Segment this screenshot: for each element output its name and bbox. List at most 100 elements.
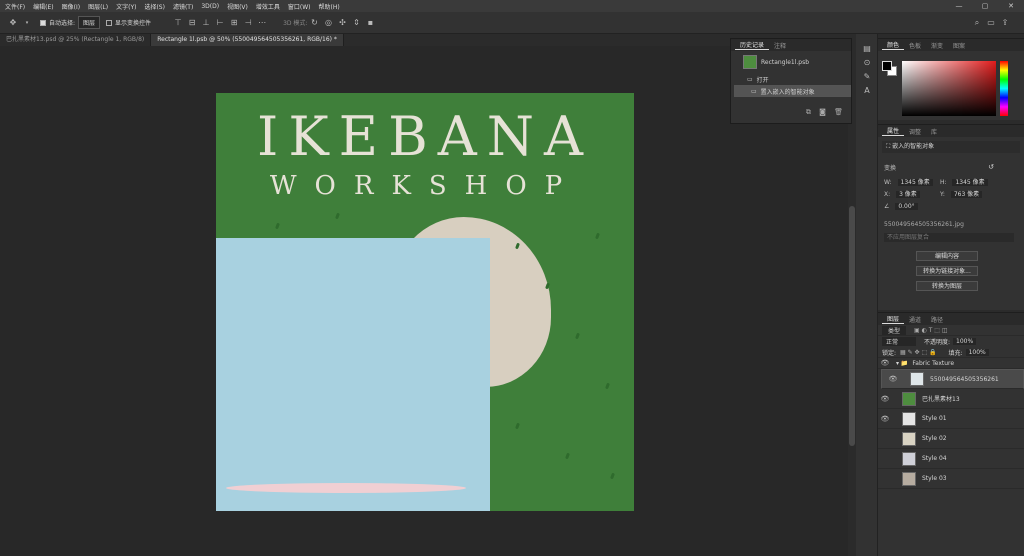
new-document-icon[interactable]: ⧉ [806, 108, 811, 116]
history-snapshot[interactable]: Rectangle1l.psb [731, 51, 851, 73]
chevron-down-icon[interactable]: ▾ [22, 18, 32, 28]
filter-icons[interactable]: ▣ ◐ T ⬚ ◫ [914, 327, 948, 334]
hue-slider[interactable] [1000, 61, 1008, 116]
3d-scale-icon[interactable]: ▪ [365, 18, 375, 28]
auto-select-checkbox[interactable] [40, 19, 46, 26]
tab-channels[interactable]: 通道 [904, 315, 926, 324]
workspace-icon[interactable]: ▭ [986, 18, 996, 28]
properties-icon[interactable]: ⊙ [856, 58, 878, 72]
layer-comp-dropdown[interactable]: 不应用图层复合 [884, 233, 1014, 242]
share-icon[interactable]: ⇪ [1000, 18, 1010, 28]
trash-icon[interactable]: 🗑 [834, 108, 843, 116]
align-hcenter-icon[interactable]: ⊞ [229, 18, 239, 28]
show-transform-checkbox[interactable] [106, 19, 113, 26]
properties-type: ⛶ 嵌入的智能对象 [882, 141, 1020, 153]
history-item[interactable]: ▭ 置入嵌入的智能对象 [734, 85, 851, 97]
eye-icon[interactable]: 👁 [878, 415, 892, 423]
convert-to-linked-button[interactable]: 转换为链接对象... [916, 266, 978, 276]
layer-row[interactable]: Style 02 [878, 429, 1024, 449]
foreground-color-swatch[interactable] [882, 61, 892, 71]
brush-icon[interactable]: ✎ [856, 72, 878, 86]
menu-type[interactable]: 文字(Y) [112, 2, 140, 11]
tab-document-2[interactable]: Rectangle 1l.psb @ 50% (5500495645053562… [151, 34, 344, 46]
lock-icons[interactable]: ▦ ✎ ✥ ⬚ 🔒 [900, 349, 937, 356]
document-canvas[interactable]: IKEBANA WORKSHOP [216, 93, 634, 511]
reset-icon[interactable]: ↺ [988, 163, 994, 171]
align-right-icon[interactable]: ⊣ [243, 18, 253, 28]
menu-plugins[interactable]: 增效工具 [252, 2, 284, 11]
menu-layer[interactable]: 图层(L) [84, 2, 112, 11]
layer-row[interactable]: 👁 巴扎黑素材13 [878, 389, 1024, 409]
pattern-dot [545, 282, 550, 290]
char-icon[interactable]: A [856, 86, 878, 100]
opacity-field[interactable]: 100% [953, 338, 977, 345]
3d-pan-icon[interactable]: ✣ [337, 18, 347, 28]
menu-3d[interactable]: 3D(D) [197, 3, 223, 10]
angle-field[interactable]: 0.00° [895, 203, 918, 210]
fill-field[interactable]: 100% [965, 348, 989, 356]
angle-row: ∠ 0.00° [884, 203, 918, 210]
menu-select[interactable]: 选择(S) [140, 2, 169, 11]
x-field[interactable]: 3 像素 [896, 191, 920, 198]
distribute-icon[interactable]: ⋯ [257, 18, 267, 28]
tab-libraries[interactable]: 库 [926, 127, 942, 136]
y-label: Y: [940, 191, 945, 198]
menu-view[interactable]: 视图(V) [223, 2, 252, 11]
layer-thumbnail [902, 431, 916, 446]
height-field[interactable]: 1345 像素 [952, 179, 988, 186]
convert-to-layers-button[interactable]: 转换为图层 [916, 281, 978, 291]
tab-document-1[interactable]: 巴扎黑素材13.psd @ 25% (Rectangle 1, RGB/8) [0, 34, 152, 46]
menu-edit[interactable]: 编辑(E) [29, 2, 57, 11]
width-field[interactable]: 1345 像素 [897, 179, 933, 186]
color-panel: 颜色 色板 渐变 图案 [878, 38, 1024, 120]
tab-color[interactable]: 颜色 [882, 40, 905, 50]
layer-row[interactable]: 👁 550049564505356261 [881, 369, 1024, 389]
layer-filter-dropdown[interactable]: 类型 [882, 325, 907, 335]
auto-select-dropdown[interactable]: 图层 [78, 16, 101, 29]
3d-rotate-icon[interactable]: ↻ [309, 18, 319, 28]
maximize-button[interactable]: ▢ [972, 0, 998, 12]
camera-icon[interactable]: ◙ [819, 108, 826, 116]
align-top-icon[interactable]: ⊤ [173, 18, 183, 28]
search-icon[interactable]: ⌕ [972, 18, 982, 28]
layer-row[interactable]: Style 03 [878, 469, 1024, 489]
scrollbar-thumb[interactable] [849, 206, 855, 446]
tab-properties[interactable]: 属性 [882, 126, 905, 136]
tab-swatches[interactable]: 色板 [904, 41, 926, 50]
layer-group[interactable]: 👁 ▾ 📁 Fabric Texture [878, 358, 1024, 369]
align-left-icon[interactable]: ⊢ [215, 18, 225, 28]
layer-row[interactable]: Style 04 [878, 449, 1024, 469]
close-button[interactable]: ✕ [998, 0, 1024, 12]
history-icon[interactable]: ▤ [856, 44, 878, 58]
move-tool-icon[interactable]: ✥ [8, 18, 18, 28]
lock-label: 锁定: [882, 349, 897, 357]
tab-history[interactable]: 历史记录 [735, 40, 770, 50]
tab-paths[interactable]: 路径 [926, 315, 948, 324]
history-panel: 历史记录 注释 Rectangle1l.psb ▭ 打开 ▭ 置入嵌入的智能对象… [730, 38, 852, 124]
tab-adjustments[interactable]: 调整 [904, 127, 926, 136]
eye-icon[interactable]: 👁 [878, 395, 892, 403]
3d-slide-icon[interactable]: ⇕ [351, 18, 361, 28]
menu-file[interactable]: 文件(F) [1, 2, 29, 11]
align-vcenter-icon[interactable]: ⊟ [187, 18, 197, 28]
blend-mode-dropdown[interactable]: 正常 [882, 337, 917, 346]
menu-image[interactable]: 图像(I) [58, 2, 84, 11]
eye-icon[interactable]: 👁 [886, 375, 900, 383]
menu-window[interactable]: 窗口(W) [284, 2, 315, 11]
3d-roll-icon[interactable]: ◎ [323, 18, 333, 28]
menu-help[interactable]: 帮助(H) [315, 2, 344, 11]
tab-notes[interactable]: 注释 [769, 41, 791, 50]
menu-filter[interactable]: 滤镜(T) [169, 2, 197, 11]
layer-row[interactable]: 👁 Style 01 [878, 409, 1024, 429]
tab-patterns[interactable]: 图案 [948, 41, 970, 50]
eye-icon[interactable]: 👁 [878, 359, 892, 367]
tab-layers[interactable]: 图层 [882, 314, 905, 324]
color-picker-field[interactable] [902, 61, 996, 116]
history-item[interactable]: ▭ 打开 [731, 73, 851, 85]
pattern-dot [610, 472, 615, 480]
edit-contents-button[interactable]: 编辑内容 [916, 251, 978, 261]
minimize-button[interactable]: — [946, 0, 972, 12]
y-field[interactable]: 763 像素 [950, 191, 983, 198]
tab-gradients[interactable]: 渐变 [926, 41, 948, 50]
align-bottom-icon[interactable]: ⊥ [201, 18, 211, 28]
